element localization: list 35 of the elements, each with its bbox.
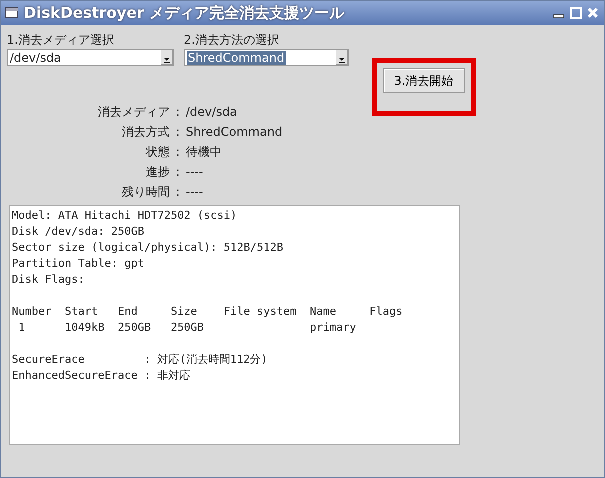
colon-text: ： [171,144,185,161]
output-line: Model: ATA Hitachi HDT72502 (scsi) [12,208,238,224]
field-label: 2.消去方法の選択 [184,32,280,49]
maximize-icon[interactable] [569,6,583,20]
output-line: Disk Flags: [12,272,85,288]
info-label: 消去方式 [121,124,170,141]
start-erase-button[interactable]: 3.消去開始 [383,68,465,93]
window-icon [5,6,19,20]
info-value: 待機中 [186,144,222,161]
field-label: 1.消去メディア選択 [7,32,116,49]
info-value: ShredCommand [186,124,283,141]
colon-text: ： [171,124,185,141]
info-value: /dev/sda [186,104,238,121]
method-dropdown[interactable]: ShredCommand [184,49,349,66]
info-label: 消去メディア [97,104,170,121]
dropdown-arrow-icon[interactable] [161,50,173,65]
info-value: ---- [186,184,204,201]
output-line: EnhancedSecureErace : 非対応 [12,368,191,384]
output-line: 1 1049kB 250GB 250GB primary [18,320,356,336]
output-line: Partition Table: gpt [12,256,144,272]
output-line: Number Start End Size File system Name Flags [12,304,403,320]
info-label: 進捗 [145,164,170,181]
close-icon[interactable] [586,6,600,20]
colon-text: ： [171,164,185,181]
info-value: ---- [186,164,204,181]
colon-text: ： [171,104,185,121]
colon-text: ： [171,184,185,201]
media-dropdown[interactable]: /dev/sda [7,49,174,66]
dropdown-arrow-icon[interactable] [336,50,348,65]
window-title: DiskDestroyer メディア完全消去支援ツール [24,2,344,24]
output-line: Disk /dev/sda: 250GB [12,224,144,240]
output-line: Sector size (logical/physical): 512B/512B [12,240,284,256]
info-label: 残り時間 [121,184,170,201]
output-line: SecureErace : 対応(消去時間112分) [12,352,268,368]
info-label: 状態 [145,144,170,161]
